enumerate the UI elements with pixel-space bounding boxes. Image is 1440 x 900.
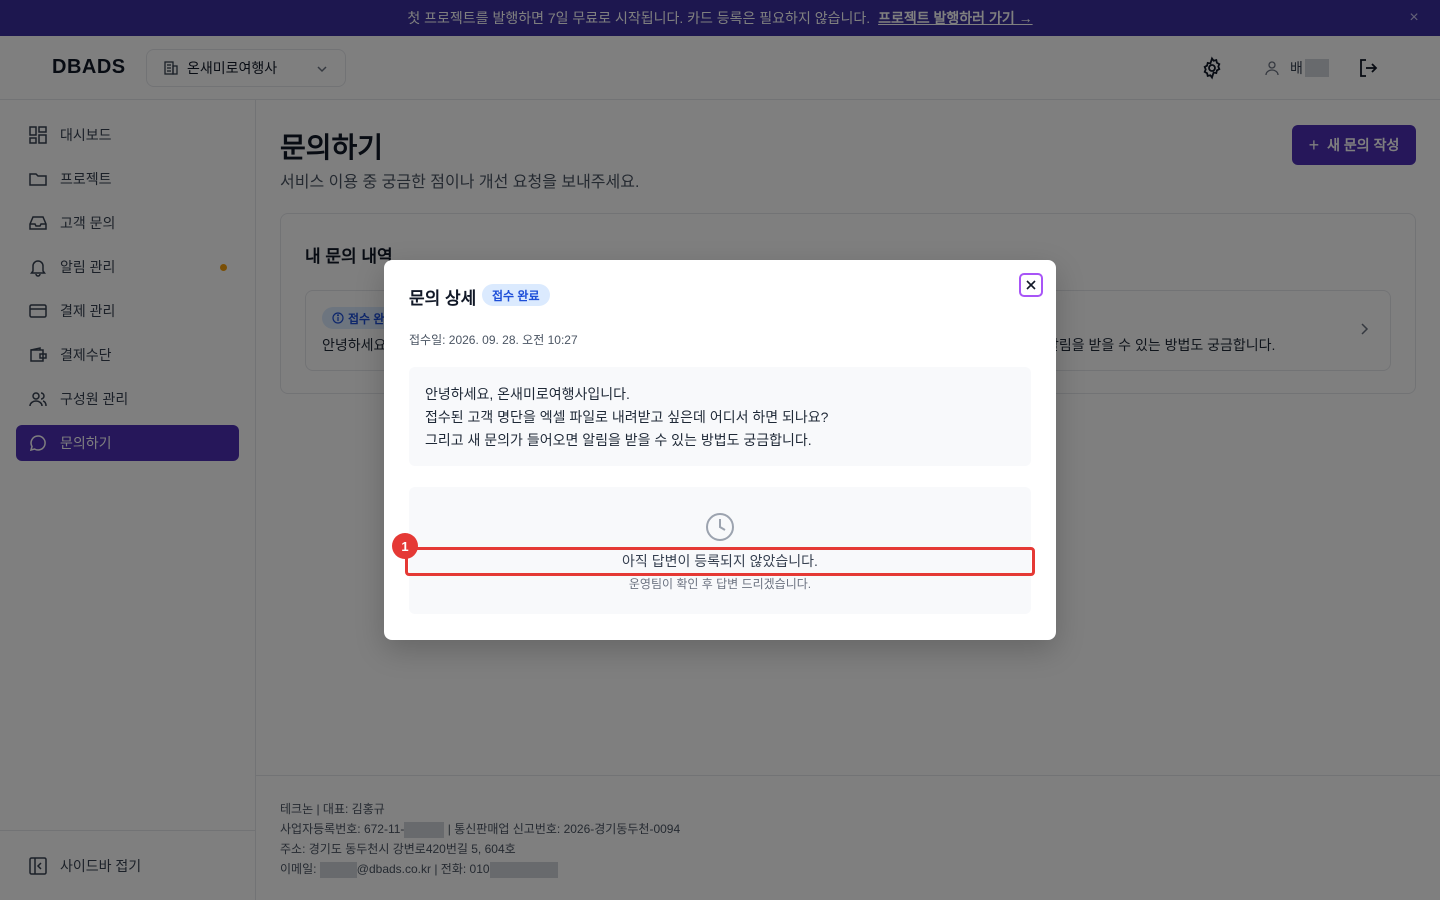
message-line: 그리고 새 문의가 들어오면 알림을 받을 수 있는 방법도 궁금합니다. [425,432,812,448]
no-answer-subtitle: 운영팀이 확인 후 답변 드리겠습니다. [628,577,812,591]
modal-close-button[interactable] [1019,273,1043,297]
inquiry-message: 안녕하세요, 온새미로여행사입니다. 접수된 고객 명단을 엑셀 파일로 내려받… [409,367,1031,466]
annotation-badge: 1 [392,533,418,559]
modal-title: 문의 상세 [409,289,477,308]
clock-icon [706,513,734,541]
message-line: 접수된 고객 명단을 엑셀 파일로 내려받고 싶은데 어디서 하면 되나요? [425,409,829,425]
inquiry-detail-modal: 문의 상세 접수 완료 접수일: 2026. 09. 28. 오전 10:27 … [384,260,1056,640]
annotation-highlight-box [405,547,1035,576]
close-icon [1026,280,1036,290]
message-line: 안녕하세요, 온새미로여행사입니다. [425,386,630,402]
received-date: 접수일: 2026. 09. 28. 오전 10:27 [409,333,578,347]
status-badge: 접수 완료 [482,284,550,306]
